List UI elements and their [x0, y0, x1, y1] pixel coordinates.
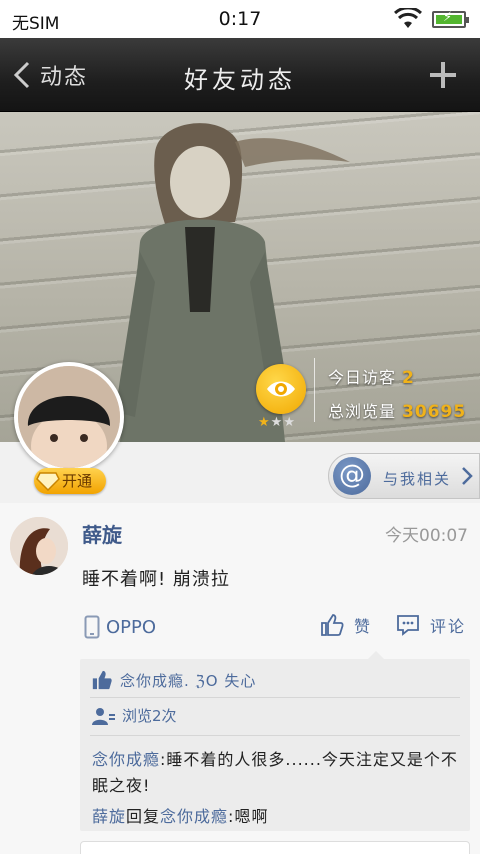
post-text: 睡不着啊! 崩溃拉	[82, 569, 230, 590]
next-post-card	[80, 841, 470, 854]
vip-open-button[interactable]: 开通	[34, 468, 106, 494]
reply-verb: 回复	[126, 807, 161, 826]
visitors-today-value: 2	[402, 368, 415, 388]
users-icon	[92, 707, 115, 725]
comment-icon	[397, 615, 419, 636]
views-row[interactable]: 浏览2次	[92, 705, 177, 726]
comment-button[interactable]: 评论	[396, 613, 466, 637]
comment-label: 评论	[430, 617, 467, 636]
visitor-stats: ★★★ 今日访客 2 总浏览量 30695	[252, 352, 480, 442]
post-timestamp: 今天00:07	[385, 526, 468, 546]
feed-post: 薛旋 今天00:07 睡不着啊! 崩溃拉 OPPO 赞 评论 念你成瘾. ℨO …	[0, 503, 480, 854]
rating-stars: ★★★	[258, 415, 296, 430]
reply-text: :嗯啊	[228, 807, 269, 826]
phone-icon	[84, 615, 100, 639]
page-title: 好友动态	[184, 66, 296, 94]
vip-label: 开通	[62, 472, 93, 490]
related-to-me-label: 与我相关	[383, 470, 452, 488]
eye-icon[interactable]	[256, 364, 306, 414]
likes-text: 念你成瘾. ℨO 失心	[120, 671, 257, 690]
like-label: 赞	[354, 617, 373, 636]
battery-icon: ⚡	[432, 10, 469, 28]
post-author-avatar[interactable]	[10, 517, 68, 575]
avatar[interactable]	[14, 362, 124, 472]
total-views: 总浏览量 30695	[328, 398, 466, 422]
wifi-icon	[394, 8, 422, 28]
device-label: OPPO	[106, 616, 157, 638]
status-bar: 无SIM 0:17 ⚡	[0, 0, 480, 38]
visitors-today-label: 今日访客	[328, 368, 397, 387]
reply-author[interactable]: 薛旋	[92, 807, 126, 826]
likes-row[interactable]: 念你成瘾. ℨO 失心	[92, 667, 256, 693]
comment-author[interactable]: 念你成瘾	[92, 750, 160, 769]
thumbs-up-icon	[321, 614, 344, 636]
reply-item[interactable]: 薛旋回复念你成瘾:嗯啊	[92, 803, 268, 827]
thumbs-up-filled-icon	[92, 670, 112, 690]
post-device: OPPO	[84, 615, 156, 639]
reply-target[interactable]: 念你成瘾	[160, 807, 228, 826]
visitors-today: 今日访客 2	[328, 364, 415, 388]
at-icon: @	[333, 457, 371, 495]
comment-item[interactable]: 念你成瘾:睡不着的人很多......今天注定又是个不眠之夜!	[92, 747, 458, 799]
total-views-value: 30695	[402, 402, 467, 422]
avatar-image	[18, 366, 120, 468]
post-author-name[interactable]: 薛旋	[82, 519, 122, 548]
add-icon[interactable]	[428, 60, 458, 90]
chevron-right-icon	[462, 467, 473, 485]
diamond-icon	[36, 472, 60, 491]
like-button[interactable]: 赞	[320, 613, 372, 637]
post-interactions: 念你成瘾. ℨO 失心 浏览2次 念你成瘾:睡不着的人很多......今天注定又…	[80, 651, 470, 831]
views-text: 浏览2次	[122, 707, 177, 725]
nav-bar: 动态 好友动态	[0, 38, 480, 112]
related-to-me-button[interactable]: @ 与我相关	[328, 453, 480, 499]
total-views-label: 总浏览量	[328, 402, 397, 421]
